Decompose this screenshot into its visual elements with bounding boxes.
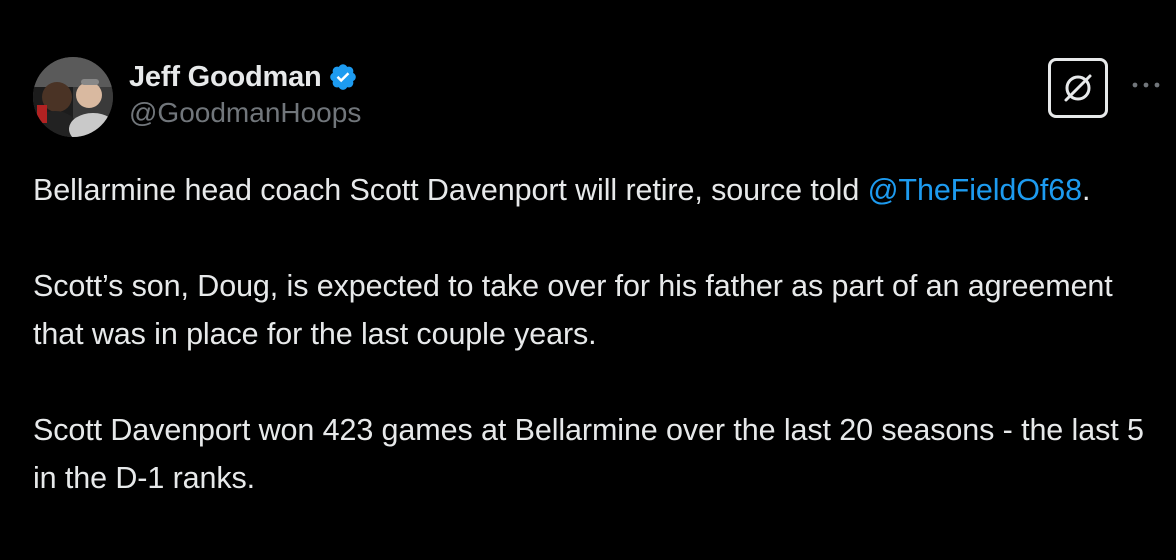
more-dots-icon [1132,82,1160,88]
verified-badge-icon [328,62,358,92]
handle[interactable]: @GoodmanHoops [129,97,361,129]
display-name[interactable]: Jeff Goodman [129,61,322,94]
tweet: Jeff Goodman @GoodmanHoops Bellarmine he… [0,0,1176,560]
tweet-text-segment: Bellarmine head coach Scott Davenport wi… [33,173,860,207]
grok-button[interactable] [1048,58,1108,118]
tweet-paragraph-1: Bellarmine head coach Scott Davenport wi… [33,166,1163,214]
tweet-text-segment: . [1082,173,1091,207]
name-row: Jeff Goodman [129,58,361,96]
avatar-photo [33,57,113,137]
grok-icon [1064,74,1092,102]
author-block: Jeff Goodman @GoodmanHoops [129,58,361,129]
more-button[interactable] [1124,70,1168,100]
tweet-paragraph-2: Scott’s son, Doug, is expected to take o… [33,269,1113,351]
avatar[interactable] [33,57,113,137]
mention-link[interactable]: @TheFieldOf68 [868,173,1083,207]
tweet-paragraph-3: Scott Davenport won 423 games at Bellarm… [33,413,1144,495]
tweet-text: Bellarmine head coach Scott Davenport wi… [33,166,1163,502]
